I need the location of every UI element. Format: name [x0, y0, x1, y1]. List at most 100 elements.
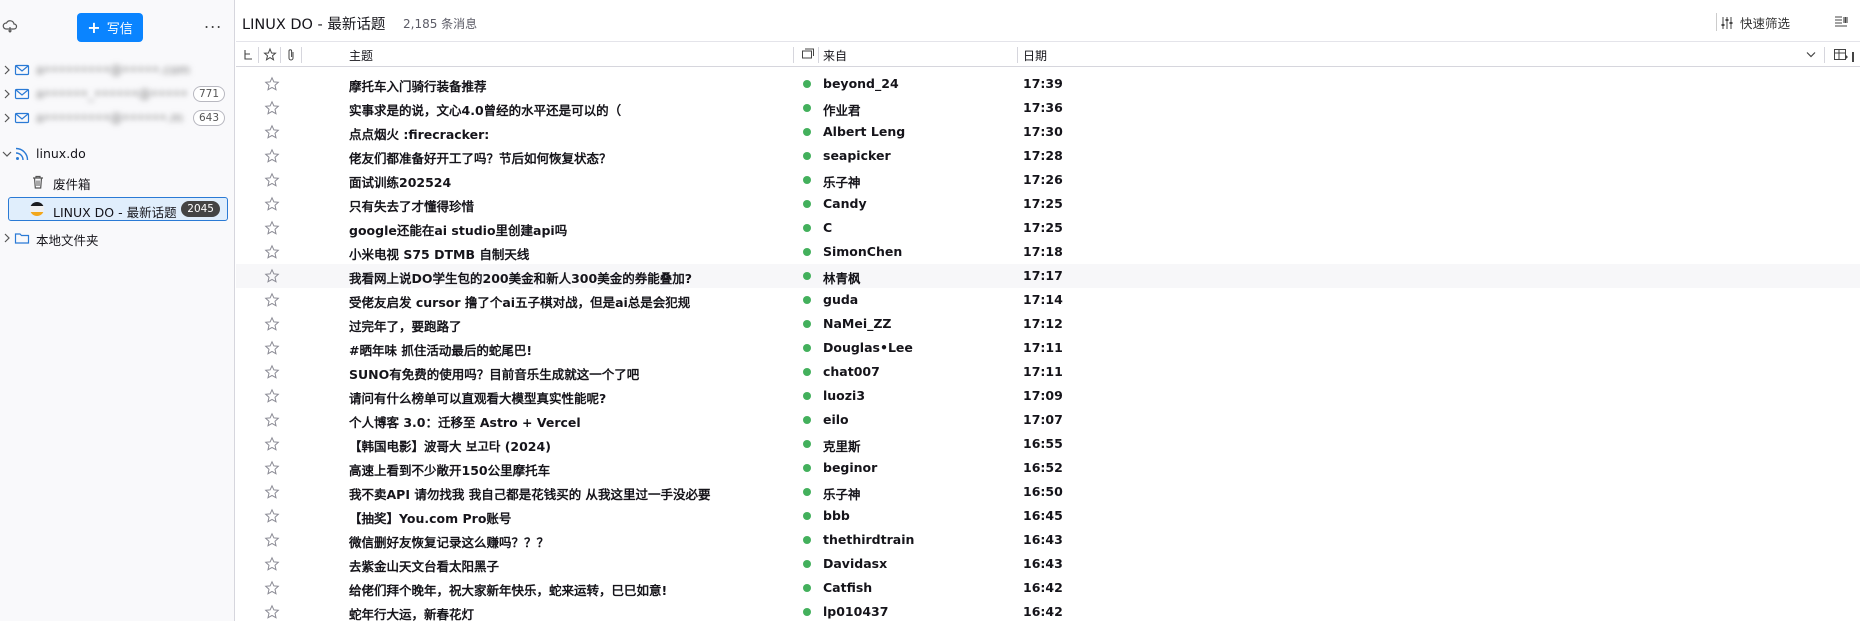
star-icon[interactable]: [264, 436, 280, 452]
folder-linuxdo-latest[interactable]: LINUX DO - 最新话题 2045: [8, 197, 228, 221]
folder-account-3[interactable]: a•••••••••@••••••.m 643: [0, 106, 235, 130]
table-row[interactable]: 个人博客 3.0：迁移至 Astro + Vercel eilo 17:07: [236, 408, 1860, 432]
table-row[interactable]: 佬友们都准备好开工了吗？节后如何恢复状态？ seapicker 17:28: [236, 144, 1860, 168]
cloud-sync-icon[interactable]: [2, 18, 18, 34]
sort-chevron-down-icon[interactable]: [1805, 43, 1817, 67]
table-row[interactable]: 高速上看到不少敞开150公里摩托车 beginor 16:52: [236, 456, 1860, 480]
star-icon[interactable]: [264, 124, 280, 140]
thread-toggle-icon[interactable]: [242, 43, 254, 67]
read-status-dot[interactable]: [803, 320, 811, 328]
chevron-right-icon[interactable]: [2, 65, 12, 75]
table-row[interactable]: 我看网上说DO学生包的200美金和新人300美金的券能叠加? 林青枫 17:17: [236, 264, 1860, 288]
table-row[interactable]: 请问有什么榜单可以直观看大模型真实性能呢? luozi3 17:09: [236, 384, 1860, 408]
quick-filter-button[interactable]: 快速筛选: [1720, 13, 1790, 32]
star-icon[interactable]: [264, 196, 280, 212]
more-menu-button[interactable]: ...: [204, 15, 222, 36]
table-row[interactable]: 只有失去了才懂得珍惜 Candy 17:25: [236, 192, 1860, 216]
star-icon[interactable]: [264, 556, 280, 572]
star-icon[interactable]: [264, 292, 280, 308]
read-status-dot[interactable]: [803, 512, 811, 520]
read-status-dot[interactable]: [803, 464, 811, 472]
folder-account-1[interactable]: a•••••••••@•••••.com: [0, 58, 235, 82]
star-icon[interactable]: [264, 412, 280, 428]
read-status-dot[interactable]: [803, 584, 811, 592]
chevron-right-icon[interactable]: [2, 113, 12, 123]
table-row[interactable]: 【抽奖】You.com Pro账号 bbb 16:45: [236, 504, 1860, 528]
folder-trash[interactable]: 废件箱: [0, 170, 235, 194]
table-row[interactable]: 点点烟火 :firecracker: Albert Leng 17:30: [236, 120, 1860, 144]
read-status-dot[interactable]: [803, 176, 811, 184]
star-icon[interactable]: [264, 340, 280, 356]
table-row[interactable]: 受佬友启发 cursor 撸了个ai五子棋对战，但是ai总是会犯规 guda 17:…: [236, 288, 1860, 312]
read-status-dot[interactable]: [803, 296, 811, 304]
column-picker-icon[interactable]: [1833, 43, 1849, 67]
folder-feed-linuxdo[interactable]: linux.do: [0, 142, 235, 166]
table-row[interactable]: 微信删好友恢复记录这么赚吗？？？ thethirdtrain 16:43: [236, 528, 1860, 552]
folder-local[interactable]: 本地文件夹: [0, 226, 235, 250]
star-icon[interactable]: [264, 172, 280, 188]
column-from[interactable]: 来自: [823, 43, 847, 67]
star-icon[interactable]: [264, 244, 280, 260]
star-icon[interactable]: [264, 388, 280, 404]
correspondent-column-icon[interactable]: [801, 43, 815, 67]
table-row[interactable]: 【韩国电影】波哥大 보고타 (2024) 克里斯 16:55: [236, 432, 1860, 456]
star-icon[interactable]: [264, 100, 280, 116]
scrollbar-thumb[interactable]: [1852, 52, 1854, 62]
read-status-dot[interactable]: [803, 272, 811, 280]
read-status-dot[interactable]: [803, 416, 811, 424]
star-icon[interactable]: [264, 532, 280, 548]
column-subject[interactable]: 主题: [349, 43, 373, 67]
star-icon[interactable]: [264, 76, 280, 92]
star-icon[interactable]: [264, 268, 280, 284]
star-column-icon[interactable]: [263, 43, 277, 67]
read-status-dot[interactable]: [803, 608, 811, 616]
column-date[interactable]: 日期: [1023, 43, 1047, 67]
table-row[interactable]: 小米电视 S75 DTMB 自制天线 SimonChen 17:18: [236, 240, 1860, 264]
chevron-right-icon[interactable]: [2, 233, 12, 243]
table-row[interactable]: google还能在ai studio里创建api吗 C 17:25: [236, 216, 1860, 240]
read-status-dot[interactable]: [803, 368, 811, 376]
table-row[interactable]: 我不卖API 请勿找我 我自己都是花钱买的 从我这里过一手没必要 乐子神 16:50: [236, 480, 1860, 504]
star-icon[interactable]: [264, 316, 280, 332]
table-row[interactable]: 过完年了，要跑路了 NaMei_ZZ 17:12: [236, 312, 1860, 336]
star-icon[interactable]: [264, 460, 280, 476]
table-row[interactable]: #晒年味 抓住活动最后的蛇尾巴! Douglas•Lee 17:11: [236, 336, 1860, 360]
table-row[interactable]: 实事求是的说，文心4.0曾经的水平还是可以的（ 作业君 17:36: [236, 96, 1860, 120]
folder-account-2[interactable]: a••••••_••••••@••••• 771: [0, 82, 235, 106]
folder-selected-label: LINUX DO - 最新话题: [53, 205, 177, 220]
read-status-dot[interactable]: [803, 488, 811, 496]
message-sender: Albert Leng: [823, 124, 906, 139]
table-row[interactable]: 给佬们拜个晚年，祝大家新年快乐，蛇来运转，巳巳如意! Catfish 16:42: [236, 576, 1860, 600]
read-status-dot[interactable]: [803, 152, 811, 160]
table-row[interactable]: 摩托车入门骑行装备推荐 beyond_24 17:39: [236, 72, 1860, 96]
read-status-dot[interactable]: [803, 104, 811, 112]
compose-button[interactable]: + 写信: [77, 13, 143, 42]
read-status-dot[interactable]: [803, 128, 811, 136]
star-icon[interactable]: [264, 508, 280, 524]
table-row[interactable]: 去紫金山天文台看太阳黑子 Davidasx 16:43: [236, 552, 1860, 576]
read-status-dot[interactable]: [803, 440, 811, 448]
read-status-dot[interactable]: [803, 224, 811, 232]
read-status-dot[interactable]: [803, 344, 811, 352]
star-icon[interactable]: [264, 484, 280, 500]
star-icon[interactable]: [264, 580, 280, 596]
read-status-dot[interactable]: [803, 248, 811, 256]
star-icon[interactable]: [264, 604, 280, 620]
star-icon[interactable]: [264, 148, 280, 164]
attachment-column-icon[interactable]: [285, 43, 297, 67]
read-status-dot[interactable]: [803, 200, 811, 208]
message-subject: 小米电视 S75 DTMB 自制天线: [349, 247, 530, 262]
read-status-dot[interactable]: [803, 80, 811, 88]
table-row[interactable]: 面试训练202524 乐子神 17:26: [236, 168, 1860, 192]
table-row[interactable]: SUNO有免费的使用吗？目前音乐生成就这一个了吧 chat007 17:11: [236, 360, 1860, 384]
read-status-dot[interactable]: [803, 536, 811, 544]
chevron-down-icon[interactable]: [2, 149, 12, 159]
table-row[interactable]: 蛇年行大运，新春花灯 lp010437 16:42: [236, 600, 1860, 621]
chevron-right-icon[interactable]: [2, 89, 12, 99]
star-icon[interactable]: [264, 220, 280, 236]
read-status-dot[interactable]: [803, 392, 811, 400]
message-subject: 摩托车入门骑行装备推荐: [349, 79, 487, 94]
display-options-icon[interactable]: [1833, 14, 1849, 30]
read-status-dot[interactable]: [803, 560, 811, 568]
star-icon[interactable]: [264, 364, 280, 380]
